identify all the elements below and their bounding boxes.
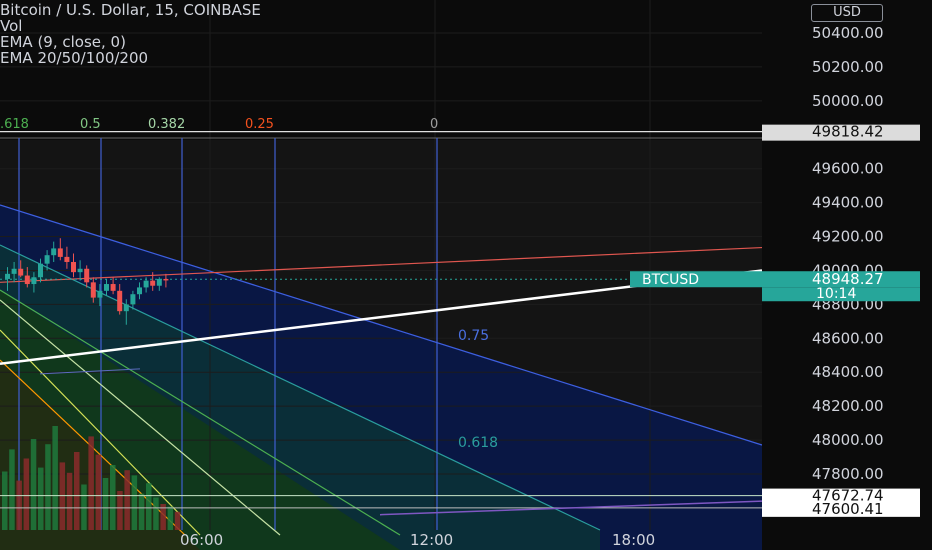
volume-bar-6 — [45, 444, 51, 530]
currency-button[interactable]: USD — [811, 4, 883, 22]
volume-bar-2 — [16, 480, 22, 530]
volume-bar-8 — [59, 462, 66, 530]
legend-vol[interactable]: Vol — [0, 18, 261, 34]
volume-bar-12 — [88, 436, 94, 530]
volume-bar-20 — [146, 483, 152, 530]
volume-bar-15 — [110, 465, 116, 530]
tag-current-symbol: BTCUSD — [642, 272, 699, 288]
fib-label-3: 0.25 — [245, 117, 274, 132]
candle-body-12 — [84, 268, 90, 283]
candle-body-3 — [24, 275, 30, 285]
volume-bar-21 — [153, 497, 159, 530]
legend-ema-9[interactable]: EMA (9, close, 0) — [0, 34, 261, 50]
x-tick-1: 12:00 — [410, 531, 453, 549]
candle-body-11 — [77, 268, 83, 273]
candle-body-4 — [31, 277, 37, 285]
fan-label-1: 0.618 — [458, 435, 498, 451]
y-tick-11: 48000.00 — [812, 431, 884, 449]
candle-body-10 — [71, 261, 76, 273]
legend-ema-ribbon[interactable]: EMA 20/50/100/200 — [0, 50, 261, 66]
y-tick-3: 49600.00 — [812, 160, 884, 178]
volume-bar-17 — [124, 470, 130, 530]
volume-bar-11 — [81, 484, 87, 530]
candle-body-18 — [123, 304, 129, 312]
candle-body-23 — [156, 278, 162, 286]
tag-countdown: 10:14 — [816, 286, 856, 302]
y-tick-10: 48200.00 — [812, 397, 884, 415]
y-tick-4: 49400.00 — [812, 194, 884, 212]
volume-bar-3 — [23, 458, 30, 530]
volume-bar-5 — [38, 467, 44, 530]
y-tick-5: 49200.00 — [812, 228, 884, 246]
tag-low2-text: 47600.41 — [812, 500, 884, 518]
candle-body-2 — [18, 268, 24, 276]
candle-body-20 — [137, 287, 142, 295]
volume-bar-18 — [131, 475, 138, 530]
volume-bar-1 — [9, 449, 15, 530]
fan-label-0: 0.75 — [458, 328, 489, 344]
legend-symbol[interactable]: Bitcoin / U.S. Dollar, 15, COINBASE — [0, 2, 261, 18]
candle-body-13 — [90, 282, 96, 298]
x-tick-0: 06:00 — [180, 531, 223, 549]
fib-label-0: .618 — [0, 117, 29, 132]
volume-bar-16 — [117, 491, 123, 530]
volume-bar-13 — [95, 454, 102, 530]
volume-bar-10 — [74, 452, 80, 530]
candle-body-1 — [11, 268, 17, 274]
y-tick-1: 50200.00 — [812, 58, 884, 76]
candle-body-24 — [163, 278, 169, 281]
volume-bar-23 — [167, 506, 174, 530]
candle-body-17 — [117, 290, 123, 312]
fib-label-1: 0.5 — [80, 117, 101, 132]
candle-body-15 — [104, 284, 109, 291]
candle-body-5 — [38, 263, 43, 278]
y-tick-9: 48400.00 — [812, 363, 884, 381]
tag-top-text: 49818.42 — [812, 123, 884, 141]
candle-body-16 — [110, 284, 116, 291]
volume-bar-0 — [2, 471, 8, 530]
candle-body-8 — [57, 248, 63, 257]
volume-bar-24 — [174, 511, 181, 530]
fib-label-2: 0.382 — [148, 117, 186, 132]
candle-body-7 — [51, 248, 57, 256]
volume-bar-19 — [138, 493, 145, 530]
y-tick-12: 47800.00 — [812, 465, 884, 483]
y-tick-2: 50000.00 — [812, 92, 884, 110]
volume-bar-14 — [102, 478, 109, 530]
volume-bar-4 — [30, 439, 37, 530]
volume-bar-9 — [66, 472, 73, 530]
candle-body-22 — [150, 280, 156, 286]
y-tick-0: 50400.00 — [812, 24, 884, 42]
fib-label-4: 0 — [430, 117, 439, 132]
candle-body-21 — [143, 280, 149, 288]
candle-body-14 — [97, 290, 103, 298]
y-tick-8: 48600.00 — [812, 329, 884, 347]
volume-bar-7 — [52, 426, 58, 530]
candle-body-6 — [44, 255, 50, 264]
price-chart[interactable]: 50400.00 50200.00 50000.00 49600.00 49400.00… — [0, 0, 932, 550]
candle-body-9 — [64, 256, 70, 262]
candle-body-19 — [130, 294, 136, 305]
x-tick-2: 18:00 — [612, 531, 655, 549]
chart-legend: Bitcoin / U.S. Dollar, 15, COINBASE Vol … — [0, 2, 261, 66]
candle-body-0 — [5, 273, 10, 279]
